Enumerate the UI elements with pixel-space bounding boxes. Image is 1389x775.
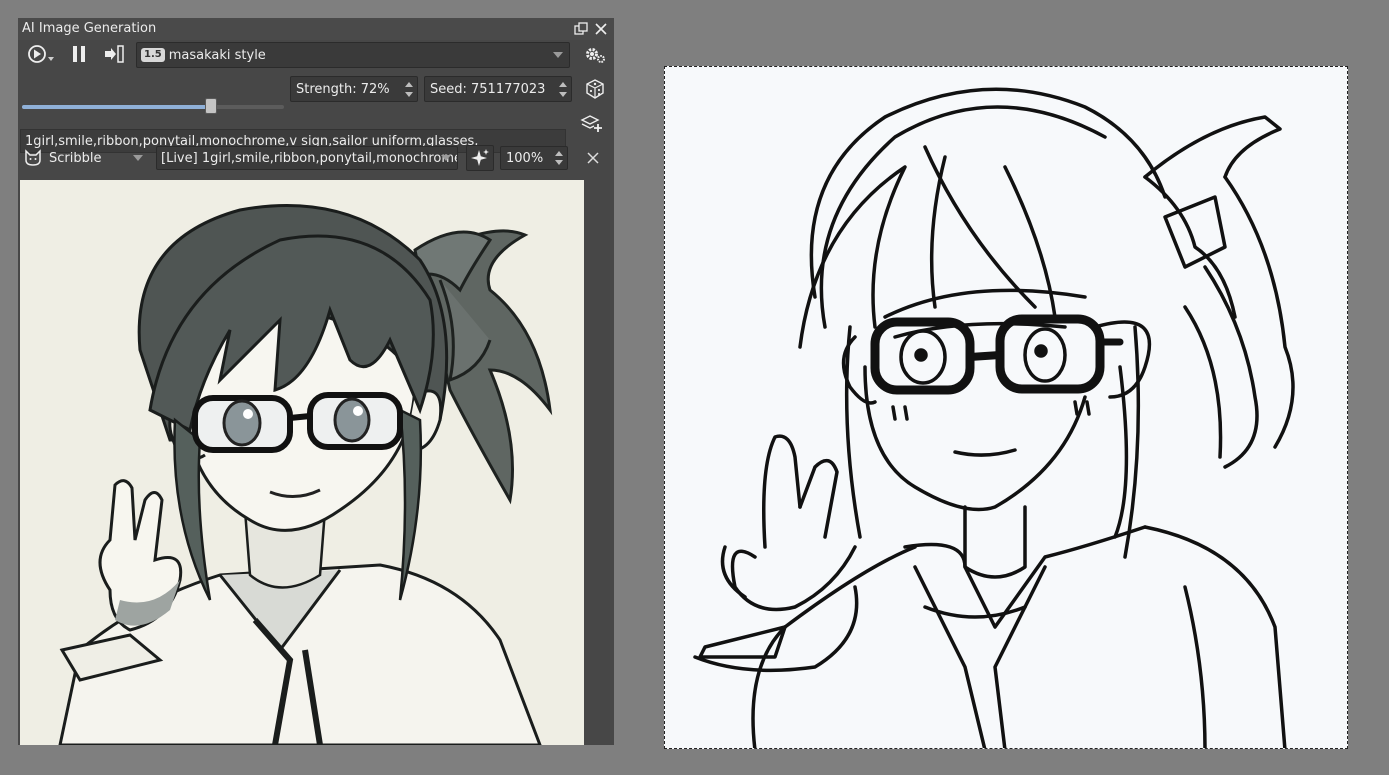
panel-titlebar: AI Image Generation	[18, 18, 614, 40]
style-label: masakaki style	[168, 47, 266, 63]
chevron-down-icon	[441, 155, 451, 161]
control-mode-select[interactable]: Scribble	[46, 146, 150, 170]
pause-button[interactable]	[68, 42, 90, 66]
strength-spin-arrows[interactable]	[403, 79, 415, 99]
sparkle-icon[interactable]	[466, 145, 494, 171]
seed-spinbox[interactable]: Seed: 751177023	[424, 76, 572, 102]
generate-play-button[interactable]	[26, 42, 56, 66]
strength-label: Strength: 72%	[296, 81, 390, 97]
sketch-canvas[interactable]	[664, 66, 1348, 749]
settings-gear-icon[interactable]	[582, 42, 608, 68]
ai-image-generation-panel: AI Image Generation 1.5 masakaki style S…	[18, 18, 614, 745]
random-seed-dice-icon[interactable]	[582, 76, 608, 102]
strength-slider-handle[interactable]	[204, 98, 217, 114]
chevron-down-icon	[553, 52, 563, 58]
zoom-spin-arrows[interactable]	[553, 149, 565, 167]
close-panel-icon[interactable]	[592, 20, 610, 38]
zoom-spinbox[interactable]: 100%	[500, 146, 568, 170]
add-control-layer-icon[interactable]	[578, 110, 606, 136]
close-control-icon[interactable]	[582, 146, 604, 170]
sd15-badge: 1.5	[141, 48, 165, 62]
control-mode-label: Scribble	[49, 150, 102, 166]
seed-spin-arrows[interactable]	[557, 79, 569, 99]
zoom-label: 100%	[506, 150, 544, 166]
strength-slider[interactable]	[22, 105, 284, 109]
float-panel-icon[interactable]	[572, 20, 590, 38]
seed-label: Seed: 751177023	[430, 81, 546, 97]
strength-spinbox[interactable]: Strength: 72%	[290, 76, 418, 102]
live-source-label: [Live] 1girl,smile,ribbon,ponytail,monoc…	[161, 150, 458, 166]
strength-slider-fill	[22, 105, 211, 109]
style-select[interactable]: 1.5 masakaki style	[136, 42, 570, 68]
chevron-down-icon	[133, 155, 143, 161]
apply-to-canvas-icon[interactable]	[102, 42, 126, 66]
panel-title: AI Image Generation	[22, 21, 157, 36]
live-source-select[interactable]: [Live] 1girl,smile,ribbon,ponytail,monoc…	[156, 146, 458, 170]
generated-preview-image[interactable]	[20, 180, 584, 745]
scribble-cat-icon[interactable]	[22, 146, 44, 170]
